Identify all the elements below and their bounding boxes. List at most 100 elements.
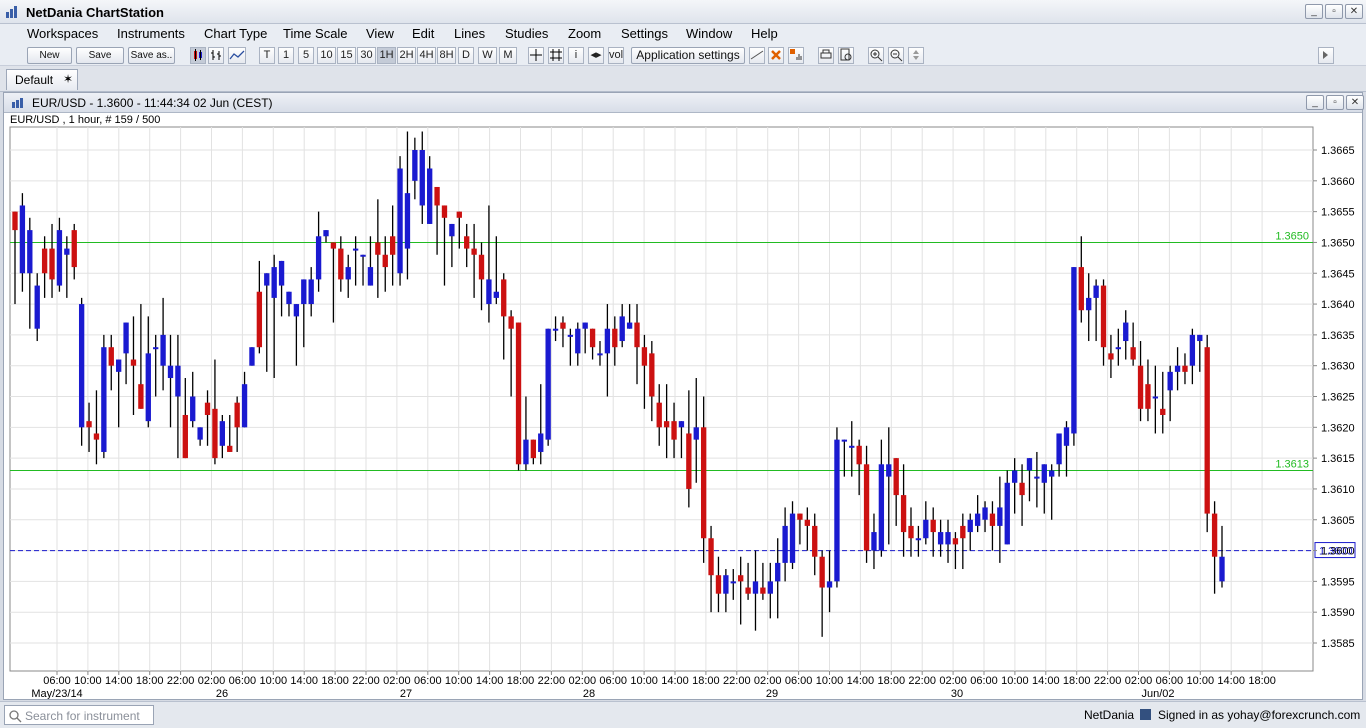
candle-body — [582, 322, 588, 329]
zoom-in-icon[interactable] — [868, 47, 884, 64]
print-preview-icon[interactable] — [838, 47, 854, 64]
candle-body — [1137, 365, 1144, 409]
timescale-d-button[interactable]: D — [458, 47, 474, 64]
x-time-label: 02:00 — [754, 675, 782, 687]
candle-body — [493, 291, 499, 298]
timescale-m-button[interactable]: M — [499, 47, 517, 64]
search-icon — [9, 710, 22, 723]
candle-body — [567, 334, 574, 337]
candle-body — [1049, 470, 1055, 477]
timescale-10-button[interactable]: 10 — [317, 47, 336, 64]
timescale-1-button[interactable]: 1 — [278, 47, 294, 64]
candle-body — [663, 421, 670, 428]
scroll-arrows-icon[interactable]: ◂▸ — [588, 47, 604, 64]
crosshair-icon[interactable] — [528, 47, 544, 64]
save-button[interactable]: Save — [76, 47, 124, 64]
candle-body — [782, 525, 788, 563]
chart-restore-button[interactable]: ▫ — [1326, 95, 1344, 110]
candle-body — [116, 359, 122, 372]
signed-in-label: Signed in as yohay@forexcrunch.com — [1158, 708, 1361, 722]
candle-body — [338, 248, 344, 280]
timescale-30-button[interactable]: 30 — [357, 47, 376, 64]
x-time-label: 22:00 — [1094, 675, 1122, 687]
zoom-out-icon[interactable] — [888, 47, 904, 64]
close-tab-icon[interactable]: ✶ — [63, 72, 73, 86]
candle-body — [204, 402, 211, 415]
timescale-5-button[interactable]: 5 — [298, 47, 314, 64]
candle-body — [1019, 482, 1025, 496]
x-time-label: 02:00 — [939, 675, 967, 687]
chart-close-button[interactable]: ✕ — [1346, 95, 1364, 110]
timescale-8h-button[interactable]: 8H — [437, 47, 456, 64]
new-button[interactable]: New — [27, 47, 72, 64]
candle-body — [1152, 396, 1159, 399]
candle-body — [227, 445, 233, 452]
menu-instruments[interactable]: Instruments — [117, 26, 185, 41]
timescale-15-button[interactable]: 15 — [337, 47, 356, 64]
candle-body — [212, 408, 218, 459]
zoom-reset-icon[interactable] — [908, 47, 924, 64]
timescale-2h-button[interactable]: 2H — [397, 47, 416, 64]
candle-body — [389, 236, 396, 255]
menu-zoom[interactable]: Zoom — [568, 26, 601, 41]
candle-body — [738, 575, 744, 582]
line-chart-icon[interactable] — [228, 47, 246, 64]
candle-body — [1093, 285, 1099, 298]
grid-icon[interactable] — [548, 47, 564, 64]
candle-body — [530, 439, 537, 459]
studies-icon[interactable] — [788, 47, 804, 64]
search-input[interactable]: Search for instrument — [4, 705, 154, 725]
menu-view[interactable]: View — [366, 26, 394, 41]
delete-lines-icon[interactable] — [768, 47, 784, 64]
menu-help[interactable]: Help — [751, 26, 778, 41]
print-icon[interactable] — [818, 47, 834, 64]
timescale-4h-button[interactable]: 4H — [417, 47, 436, 64]
candle-body — [323, 230, 329, 237]
x-time-label: 14:00 — [476, 675, 504, 687]
menu-time-scale[interactable]: Time Scale — [283, 26, 348, 41]
bar-chart-icon[interactable] — [208, 47, 224, 64]
tab-default[interactable]: Default ✶ — [6, 69, 78, 90]
candle-body — [1100, 285, 1107, 348]
restore-window-button[interactable]: ▫ — [1325, 4, 1343, 19]
menu-workspaces[interactable]: Workspaces — [27, 26, 98, 41]
draw-line-icon[interactable] — [749, 47, 765, 64]
close-window-button[interactable]: ✕ — [1345, 4, 1363, 19]
candle-body — [923, 519, 929, 539]
toolbar-expand-icon[interactable] — [1318, 47, 1334, 64]
x-time-label: 10:00 — [260, 675, 288, 687]
candle-body — [197, 427, 203, 440]
save-as-button[interactable]: Save as.. — [128, 47, 175, 64]
menu-chart-type[interactable]: Chart Type — [204, 26, 267, 41]
minimize-window-button[interactable]: _ — [1305, 4, 1323, 19]
candle-body — [545, 328, 551, 440]
y-tick-label: 1.3610 — [1321, 484, 1355, 496]
timescale-t-button[interactable]: T — [259, 47, 275, 64]
candle-body — [1011, 470, 1018, 483]
info-icon[interactable]: i — [568, 47, 584, 64]
volume-icon[interactable]: vol — [608, 47, 624, 64]
candle-body — [478, 254, 485, 280]
x-time-label: 06:00 — [785, 675, 813, 687]
candle-body — [264, 273, 270, 286]
candle-body — [182, 414, 188, 459]
candle-body — [301, 279, 307, 305]
x-date-label: May/23/14 — [31, 688, 82, 699]
candle-body — [412, 150, 418, 181]
candlestick-chart-icon[interactable] — [190, 47, 206, 64]
menu-lines[interactable]: Lines — [454, 26, 485, 41]
candle-body — [767, 581, 773, 594]
price-chart[interactable]: EUR/USD , 1 hour, # 159 / 500 1.36501.36… — [4, 113, 1362, 699]
candle-body — [849, 445, 855, 448]
candle-body — [715, 575, 722, 594]
application-settings-button[interactable]: Application settings — [631, 47, 745, 64]
candle-body — [967, 519, 973, 533]
menu-studies[interactable]: Studies — [505, 26, 548, 41]
timescale-w-button[interactable]: W — [478, 47, 497, 64]
chart-minimize-button[interactable]: _ — [1306, 95, 1324, 110]
menu-settings[interactable]: Settings — [621, 26, 668, 41]
x-time-label: 06:00 — [229, 675, 257, 687]
timescale-1h-button[interactable]: 1H — [377, 47, 396, 64]
menu-edit[interactable]: Edit — [412, 26, 434, 41]
menu-window[interactable]: Window — [686, 26, 732, 41]
